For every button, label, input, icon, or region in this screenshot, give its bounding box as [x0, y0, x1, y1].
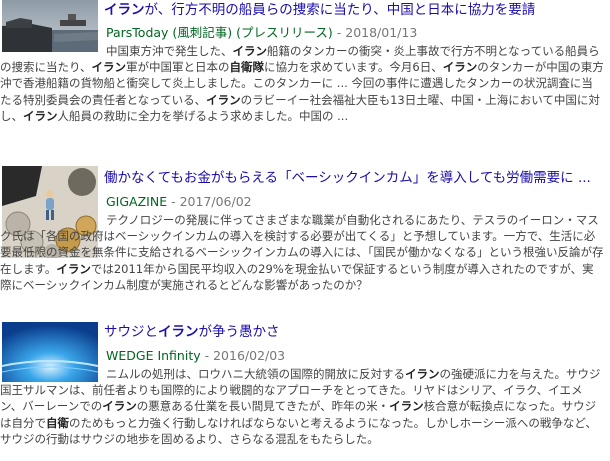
source-site[interactable]: ParsToday (風刺記事) (プレスリリース): [106, 25, 333, 40]
source-separator: -: [200, 348, 214, 363]
result-snippet: ニムルの処刑は、ロウハニ大統領の国際的開放に反対するイランの強硬派に力を与えた。…: [0, 367, 601, 446]
result-title[interactable]: サウジとイランが争う愚かさ: [104, 323, 604, 341]
source-separator: -: [332, 25, 346, 40]
title-highlight: イラン: [104, 2, 145, 18]
title-text: 働かなくてもお金がもらえる「ベーシックインカム」を導入しても労働需要に ...: [104, 170, 591, 186]
result-snippet: 中国東方沖で発生した、イラン船籍のタンカーの衝突・炎上事故で行方不明となっている…: [0, 44, 604, 123]
source-date: 2016/02/03: [213, 348, 286, 363]
title-text: サウジと: [104, 324, 158, 340]
result-title[interactable]: イランが、行方不明の船員らの捜索に当たり、中国と日本に協力を要請: [104, 1, 604, 19]
title-text: が争う愚かさ: [198, 324, 280, 340]
title-text: が、行方不明の船員らの捜索に当たり、中国と日本に協力を要請: [144, 2, 536, 18]
title-highlight: イラン: [158, 324, 199, 340]
source-site[interactable]: GIGAZINE: [106, 194, 167, 209]
result-title[interactable]: 働かなくてもお金がもらえる「ベーシックインカム」を導入しても労働需要に ...: [104, 169, 604, 187]
result-source: GIGAZINE - 2017/06/02: [106, 194, 252, 210]
result-source: WEDGE Infinity - 2016/02/03: [106, 348, 285, 364]
result-snippet: テクノロジーの発展に伴ってさまざまな職業が自動化されるにあたり、テスラのイーロン…: [0, 213, 604, 292]
source-separator: -: [167, 194, 180, 209]
source-site[interactable]: WEDGE Infinity: [106, 348, 201, 363]
source-date: 2018/01/13: [345, 25, 418, 40]
result-source: ParsToday (風刺記事) (プレスリリース) - 2018/01/13: [106, 25, 417, 41]
source-date: 2017/06/02: [179, 194, 252, 209]
